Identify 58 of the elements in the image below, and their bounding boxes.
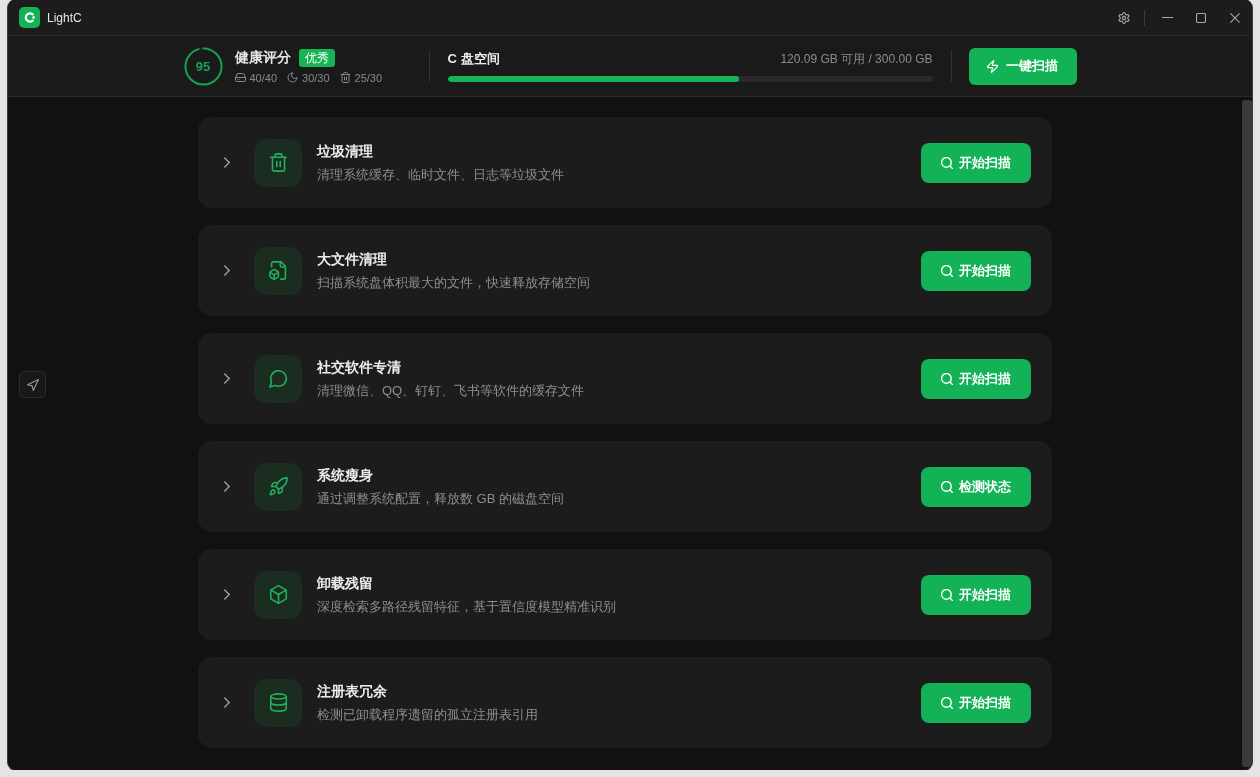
chevron-icon[interactable] <box>224 481 230 492</box>
navigation-button[interactable] <box>19 371 46 398</box>
trash-icon <box>254 138 302 187</box>
tool-description: 通过调整系统配置，释放数 GB 的磁盘空间 <box>317 489 564 508</box>
app-title: LightC <box>47 10 82 25</box>
tool-description: 清理微信、QQ、钉钉、飞书等软件的缓存文件 <box>317 381 585 400</box>
chevron-icon[interactable] <box>224 589 230 600</box>
trash-icon <box>339 72 351 83</box>
one-click-scan-button[interactable]: 一键扫描 <box>968 47 1077 85</box>
tool-title: 大文件清理 <box>317 249 387 269</box>
health-score: 95 <box>195 59 211 73</box>
stat-value: 40/40 <box>249 71 278 84</box>
tool-title: 注册表冗余 <box>317 681 387 701</box>
chevron-icon[interactable] <box>224 373 230 384</box>
rocket-icon <box>254 462 302 511</box>
action-button[interactable]: 开始扫描 <box>921 250 1031 291</box>
stat-value: 25/30 <box>354 71 383 84</box>
file-icon <box>254 246 302 295</box>
settings-icon <box>1118 11 1130 24</box>
tool-description: 深度检索多路径残留特征，基于置信度模型精准识别 <box>317 597 616 616</box>
action-button[interactable]: 开始扫描 <box>921 682 1031 723</box>
search-icon <box>941 480 953 493</box>
search-icon <box>941 588 953 601</box>
close-icon <box>1230 12 1240 23</box>
moon-icon <box>287 72 299 83</box>
chevron-icon[interactable] <box>224 157 230 168</box>
chevron-icon[interactable] <box>224 697 230 708</box>
search-icon <box>941 372 953 385</box>
lightning-icon <box>987 59 998 73</box>
search-icon <box>941 156 953 169</box>
action-button[interactable]: 开始扫描 <box>921 142 1031 183</box>
maximize-icon <box>1196 12 1206 23</box>
chat-bubble-icon <box>254 354 302 403</box>
tool-description: 检测已卸载程序遗留的孤立注册表引用 <box>317 705 538 724</box>
health-label: 健康评分 <box>234 48 291 67</box>
hard-drive-icon <box>234 72 246 83</box>
tool-title: 垃圾清理 <box>317 141 373 161</box>
tool-title: 系统瘦身 <box>317 465 373 485</box>
action-button[interactable]: 检测状态 <box>921 466 1031 507</box>
action-button[interactable]: 开始扫描 <box>921 574 1031 615</box>
tool-title: 卸载残留 <box>317 573 373 593</box>
rating-badge: 优秀 <box>298 48 335 67</box>
search-icon <box>941 696 953 709</box>
stat-value: 30/30 <box>302 71 330 84</box>
cube-icon <box>254 570 302 619</box>
tool-description: 扫描系统盘体积最大的文件，快速释放存储空间 <box>317 273 590 292</box>
action-button[interactable]: 开始扫描 <box>921 358 1031 399</box>
tool-title: 社交软件专清 <box>317 357 401 377</box>
disk-usage-text: 120.09 GB 可用 / 300.00 GB <box>780 50 933 68</box>
navigation-arrow-icon <box>26 378 39 391</box>
database-icon <box>254 678 302 727</box>
scrollbar[interactable] <box>1242 100 1252 767</box>
disk-title: C 盘空间 <box>447 50 500 68</box>
app-logo-icon <box>19 7 40 28</box>
chevron-icon[interactable] <box>224 265 230 276</box>
tool-description: 清理系统缓存、临时文件、日志等垃圾文件 <box>317 165 564 184</box>
minimize-icon <box>1161 16 1173 19</box>
search-icon <box>941 264 953 277</box>
